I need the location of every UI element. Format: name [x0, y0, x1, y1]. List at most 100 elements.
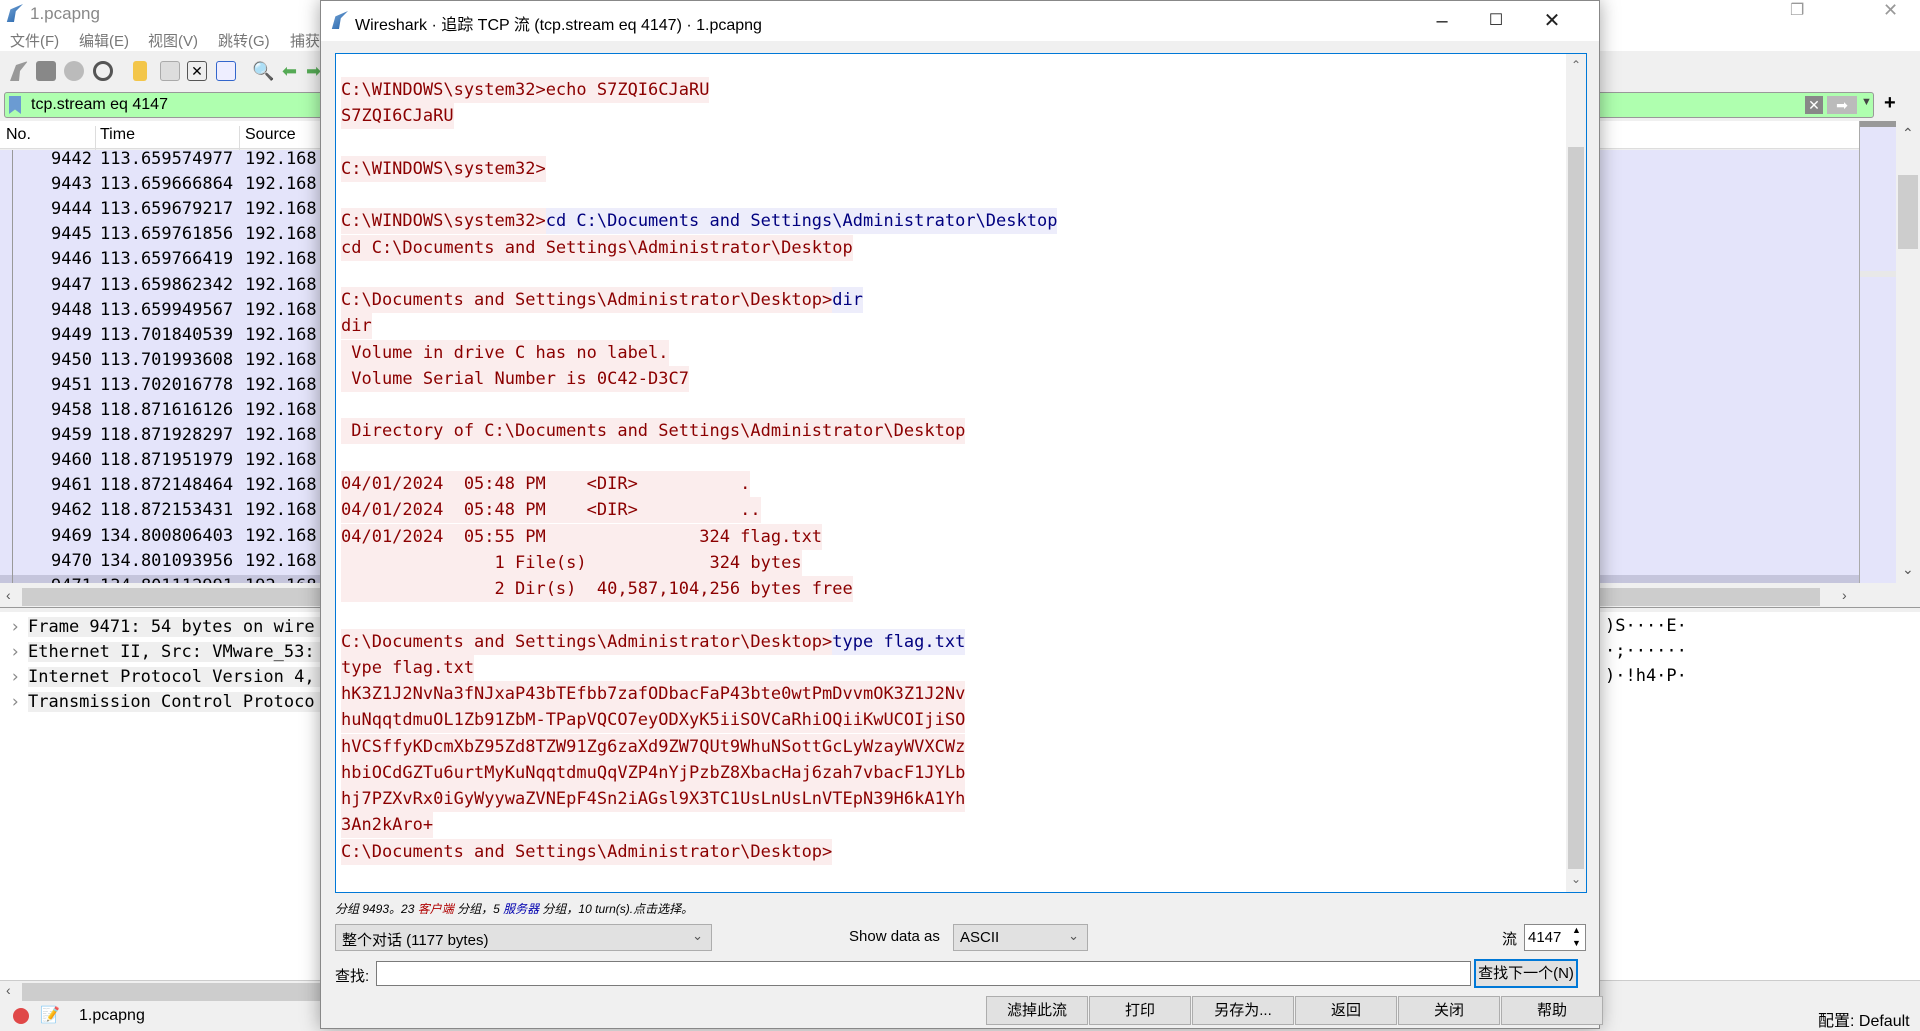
expand-chevron-icon[interactable]: › — [10, 617, 20, 637]
hex-ascii-row: ·;······ — [1605, 641, 1687, 661]
filter-dropdown-icon[interactable]: ▼ — [1861, 96, 1872, 108]
packet-list-vertical-scrollbar[interactable]: ⌃ ⌄ — [1896, 121, 1920, 583]
packet-time: 113.659679217 — [100, 199, 234, 220]
minimize-button[interactable]: – — [1419, 7, 1465, 35]
scrollbar-thumb[interactable] — [1898, 175, 1918, 249]
scroll-up-icon[interactable]: ⌃ — [1902, 125, 1914, 142]
stream-line: C:\Documents and Settings\Administrator\… — [341, 287, 1561, 314]
menu-edit[interactable]: 编辑(E) — [79, 30, 129, 51]
client-segment: 2 Dir(s) 40,587,104,256 bytes free — [341, 576, 853, 603]
expand-chevron-icon[interactable]: › — [10, 667, 20, 687]
packet-no: 9448 — [51, 299, 92, 320]
expand-chevron-icon[interactable]: › — [10, 642, 20, 662]
stream-line — [341, 182, 1561, 208]
bookmark-icon[interactable] — [9, 96, 21, 114]
filter-out-stream-button[interactable]: 滤掉此流 — [986, 996, 1088, 1025]
packet-list-minimap[interactable] — [1859, 121, 1896, 583]
stream-line: huNqqtdmuOL1Zb91ZbM-TPapVQCO7eyODXyK5iiS… — [341, 707, 1561, 734]
spin-down-icon[interactable]: ▼ — [1572, 938, 1581, 948]
scroll-down-icon[interactable]: ⌄ — [1902, 561, 1914, 578]
scroll-left-icon[interactable]: ‹ — [6, 587, 11, 603]
client-segment: Directory of C:\Documents and Settings\A… — [341, 418, 966, 445]
dialog-title: Wireshark · 追踪 TCP 流 (tcp.stream eq 4147… — [355, 17, 762, 34]
scroll-up-icon[interactable]: ⌃ — [1571, 58, 1581, 72]
print-button[interactable]: 打印 — [1089, 996, 1191, 1025]
client-segment: type flag.txt — [341, 654, 475, 681]
spin-up-icon[interactable]: ▲ — [1572, 925, 1581, 935]
packet-no: 9459 — [51, 425, 92, 446]
close-button[interactable]: ✕ — [1529, 7, 1575, 35]
profile-label[interactable]: 配置: Default — [1818, 1007, 1910, 1031]
show-data-as-value: ASCII — [960, 929, 1000, 946]
stream-line: 1 File(s) 324 bytes — [341, 549, 1561, 576]
stream-vertical-scrollbar[interactable]: ⌃ ⌄ — [1566, 54, 1586, 892]
save-file-icon[interactable] — [160, 61, 180, 81]
restart-capture-icon[interactable] — [64, 61, 84, 81]
stream-number-spinbox[interactable]: 4147 ▲ ▼ — [1524, 924, 1586, 951]
close-file-icon[interactable]: ✕ — [187, 61, 207, 81]
menu-capture[interactable]: 捕获 — [290, 30, 320, 51]
stream-line: Volume in drive C has no label. — [341, 339, 1561, 366]
scroll-left-icon[interactable]: ‹ — [6, 982, 11, 998]
help-button[interactable]: 帮助 — [1501, 996, 1603, 1025]
client-segment: C:\Documents and Settings\Administrator\… — [341, 287, 833, 314]
scroll-down-icon[interactable]: ⌄ — [1571, 872, 1581, 886]
capture-comment-icon[interactable]: 📝 — [40, 1005, 60, 1025]
scrollbar-thumb[interactable] — [1568, 147, 1584, 869]
scroll-right-icon[interactable]: › — [1842, 587, 1847, 603]
expert-info-icon[interactable] — [13, 1008, 29, 1024]
save-as-button[interactable]: 另存为... — [1192, 996, 1294, 1025]
open-file-icon[interactable] — [133, 61, 147, 81]
conversation-select[interactable]: 整个对话 (1177 bytes) ⌄ — [335, 924, 712, 951]
packet-time: 113.659862342 — [100, 274, 234, 295]
menu-go[interactable]: 跳转(G) — [218, 30, 270, 51]
packet-time: 134.801093956 — [100, 550, 234, 571]
menu-view[interactable]: 视图(V) — [148, 30, 198, 51]
packet-time: 118.871928297 — [100, 425, 234, 446]
restore-icon[interactable]: ❐ — [1790, 0, 1804, 20]
client-segment: huNqqtdmuOL1Zb91ZbM-TPapVQCO7eyODXyK5iiS… — [341, 707, 966, 734]
capture-options-icon[interactable] — [93, 61, 113, 81]
add-filter-button-icon[interactable]: + — [1884, 92, 1896, 115]
back-button[interactable]: 返回 — [1295, 996, 1397, 1025]
close-icon[interactable]: ✕ — [1883, 0, 1898, 21]
packet-no: 9446 — [51, 249, 92, 270]
menu-file[interactable]: 文件(F) — [10, 30, 59, 51]
close-dialog-button[interactable]: 关闭 — [1398, 996, 1500, 1025]
stream-line: hVCSffyKDcmXbZ95Zd8TZW91Zg6zaXd9ZW7QUt9W… — [341, 733, 1561, 760]
client-segment: hK3Z1J2NvNa3fNJxaP43bTEfbb7zafODbacFaP43… — [341, 681, 966, 708]
find-packet-icon[interactable]: 🔍 — [252, 61, 274, 81]
stream-line: dir — [341, 313, 1561, 340]
stream-line: 2 Dir(s) 40,587,104,256 bytes free — [341, 576, 1561, 603]
stream-line: C:\WINDOWS\system32> — [341, 155, 1561, 182]
packet-no: 9442 — [51, 150, 92, 169]
stream-line: 04/01/2024 05:55 PM 324 flag.txt — [341, 523, 1561, 550]
stream-content[interactable]: C:\WINDOWS\system32>echo S7ZQI6CJaRU S7ZQ… — [335, 53, 1587, 893]
maximize-button[interactable]: ☐ — [1473, 7, 1519, 35]
show-data-as-label: Show data as — [849, 928, 940, 945]
client-segment: hVCSffyKDcmXbZ95Zd8TZW91Zg6zaXd9ZW7QUt9W… — [341, 733, 966, 760]
packet-no: 9469 — [51, 525, 92, 546]
find-input[interactable] — [376, 961, 1471, 986]
start-capture-icon[interactable] — [10, 61, 28, 81]
stream-line: hbiOCdGZTu6urtMyKuNqqtdmuQqVZP4nYjPzbZ8X… — [341, 759, 1561, 786]
stream-line — [341, 261, 1561, 287]
packet-src: 192.168 — [245, 550, 317, 571]
packet-time: 113.659574977 — [100, 150, 234, 169]
clear-filter-icon[interactable]: ✕ — [1805, 96, 1823, 114]
packet-time: 113.659949567 — [100, 299, 234, 320]
stop-capture-icon[interactable] — [36, 61, 56, 81]
expand-chevron-icon[interactable]: › — [10, 692, 20, 712]
scrollbar-thumb[interactable] — [22, 983, 322, 1001]
stream-line — [341, 445, 1561, 471]
packet-src: 192.168 — [245, 525, 317, 546]
stream-line: S7ZQI6CJaRU — [341, 103, 1561, 130]
packet-src: 192.168 — [245, 576, 317, 583]
packet-no: 9451 — [51, 374, 92, 395]
show-data-as-select[interactable]: ASCII ⌄ — [953, 924, 1088, 951]
go-back-icon[interactable]: ⬅ — [282, 61, 302, 81]
reload-file-icon[interactable] — [216, 61, 236, 81]
apply-filter-icon[interactable]: ➡ — [1827, 96, 1857, 114]
stream-text: C:\WINDOWS\system32>echo S7ZQI6CJaRU S7ZQ… — [341, 77, 1561, 865]
find-next-button[interactable]: 查找下一个(N) — [1474, 959, 1578, 988]
